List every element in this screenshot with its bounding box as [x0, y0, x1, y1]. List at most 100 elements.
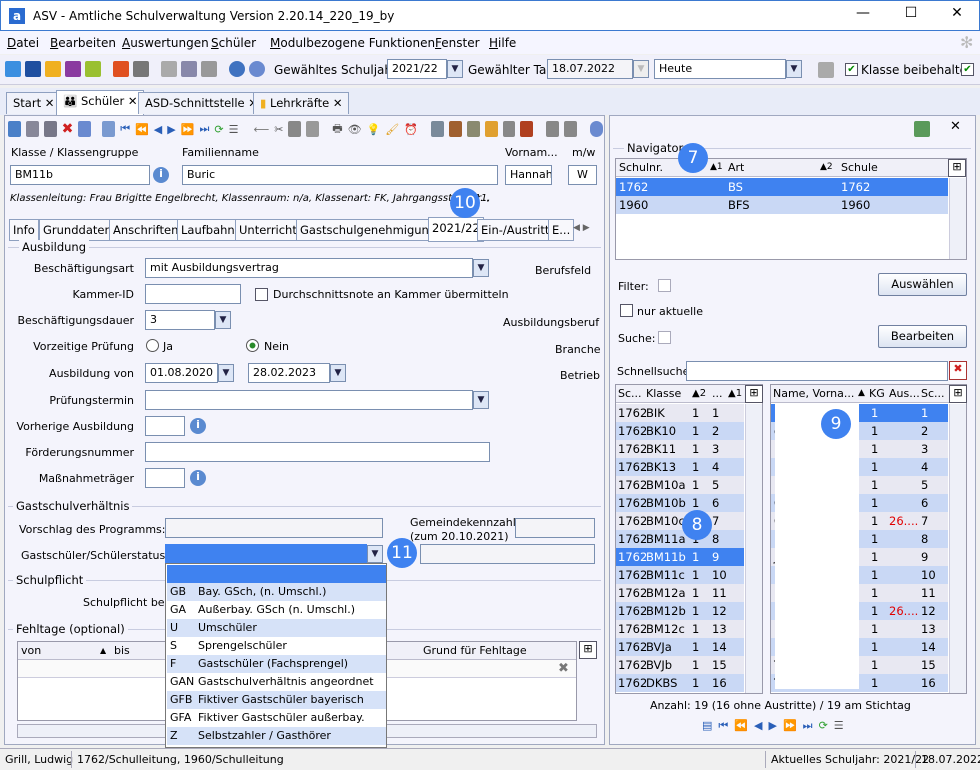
next-icon[interactable]: ▶ — [167, 123, 175, 136]
col-art[interactable]: Art — [728, 159, 744, 176]
auswaehlen-button[interactable]: Auswählen — [878, 273, 967, 296]
list-item[interactable]: 1762 BVJb 1 15 — [616, 656, 744, 674]
durchschnitt-checkbox[interactable] — [255, 288, 268, 301]
list-item[interactable]: 1762 BIK 1 1 — [616, 404, 744, 422]
undo-icon[interactable] — [43, 121, 57, 137]
subtab-unterricht[interactable]: Unterricht — [235, 219, 301, 241]
chevron-down-icon[interactable]: ▼ — [447, 60, 463, 78]
cut-icon[interactable]: ✂ — [274, 123, 283, 136]
list-item[interactable]: 1762 BM10a 1 5 — [616, 476, 744, 494]
students-icon[interactable] — [5, 61, 21, 77]
klasse-beibehalten-checkbox[interactable]: ✔ — [845, 63, 858, 76]
subtab-laufbahn[interactable]: Laufbahn — [177, 219, 239, 241]
list-item[interactable]: 1762 DKBS 1 16 — [616, 674, 744, 692]
subtab-anschriften[interactable]: Anschriften — [109, 219, 183, 241]
dropdown-option[interactable]: F Gastschüler (Fachsprengel) — [167, 655, 386, 673]
dauer-select[interactable]: 3 — [145, 310, 215, 330]
clock-icon[interactable]: ⏰ — [404, 123, 418, 136]
tab-start[interactable]: Start ✕ — [6, 92, 62, 114]
help-icon[interactable] — [249, 61, 265, 77]
chevron-down-icon[interactable]: ▼ — [215, 311, 231, 329]
group-icon[interactable] — [466, 121, 480, 137]
col-grund[interactable]: Grund für Fehltage — [423, 642, 527, 659]
close-icon[interactable]: ✕ — [128, 94, 138, 108]
ja-radio[interactable] — [146, 339, 159, 352]
col-schulnr[interactable]: Schulnr. — [619, 159, 663, 176]
close-icon[interactable]: ✕ — [333, 96, 343, 110]
vertical-scrollbar[interactable] — [949, 404, 966, 693]
foerder-field[interactable] — [145, 442, 490, 462]
person-icon[interactable] — [448, 121, 462, 137]
prev-icon[interactable]: ◀ — [754, 719, 762, 733]
dropdown-option[interactable]: U Umschüler — [167, 619, 386, 637]
note-icon[interactable] — [85, 61, 101, 77]
schulen-table[interactable]: Schulnr. ▲1 Art ▲2 Schule 1762 BS 1762 196… — [615, 158, 967, 260]
last-icon[interactable]: ⏭ — [803, 719, 813, 733]
vertical-scrollbar[interactable] — [745, 404, 762, 693]
tools-icon[interactable] — [161, 61, 177, 77]
first-icon[interactable]: ⏮ — [718, 719, 728, 733]
subtab-info[interactable]: Info — [9, 219, 39, 241]
copy-icon[interactable] — [288, 121, 302, 137]
kammer-field[interactable] — [145, 284, 241, 304]
help-icon[interactable] — [590, 121, 603, 137]
info-icon[interactable]: i — [153, 167, 169, 183]
next-page-icon[interactable]: ⏩ — [181, 123, 195, 136]
filter-checkbox[interactable] — [658, 279, 671, 292]
col-austritt[interactable]: Aus... — [889, 385, 920, 402]
list-item[interactable]: 1762BM10c17 — [616, 512, 744, 530]
id-card-icon[interactable] — [520, 121, 534, 137]
sort-indicator[interactable]: ▲2 — [692, 385, 706, 402]
checkbox-2[interactable]: ✔ — [961, 63, 974, 76]
settings-icon[interactable] — [430, 121, 444, 137]
list-icon[interactable] — [102, 121, 116, 137]
document-icon[interactable] — [133, 61, 149, 77]
house2-icon[interactable] — [564, 121, 578, 137]
list-item[interactable]: 1762 BM12a 1 11 — [616, 584, 744, 602]
subtab-grunddaten[interactable]: Grunddaten — [39, 219, 116, 241]
chevron-down-icon[interactable]: ▼ — [330, 364, 346, 382]
clear-search-icon[interactable]: ✖ — [949, 361, 967, 380]
col-kg[interactable]: KG — [869, 385, 885, 402]
dropdown-option[interactable]: GFB Fiktiver Gastschüler bayerisch — [167, 691, 386, 709]
next-page-icon[interactable]: ⏩ — [783, 719, 797, 733]
preview-icon[interactable]: 👁 — [348, 123, 362, 136]
menu-icon[interactable]: ☰ — [229, 123, 239, 136]
delete-icon[interactable]: ✖ — [62, 121, 74, 137]
tab-schueler[interactable]: 👪 Schüler ✕ — [56, 90, 145, 115]
chevron-down-icon[interactable]: ▼ — [218, 364, 234, 382]
sync-icon[interactable] — [914, 121, 930, 137]
book-icon[interactable] — [65, 61, 81, 77]
dropdown-option[interactable]: GAN Gastschulverhältnis angeordnet — [167, 673, 386, 691]
tab-scroll-arrows[interactable]: ◀ ▶ — [573, 223, 590, 233]
bis-date[interactable]: 28.02.2023 — [248, 363, 330, 383]
new-icon[interactable] — [8, 121, 21, 137]
chevron-down-icon[interactable]: ▼ — [473, 391, 489, 409]
col-bis[interactable]: bis — [114, 642, 130, 659]
prev-icon[interactable]: ◀ — [154, 123, 162, 136]
pruefung-select[interactable] — [145, 390, 473, 410]
list-item[interactable]: 1762 BM10b 1 6 — [616, 494, 744, 512]
dropdown-option[interactable]: GB Bay. GSch, (n. Umschl.) — [167, 583, 386, 601]
column-chooser-icon[interactable]: ⊞ — [745, 385, 763, 403]
paste-icon[interactable] — [306, 121, 320, 137]
maximize-button[interactable]: ☐ — [891, 5, 931, 21]
close-button[interactable]: ✕ — [937, 5, 977, 21]
list-icon[interactable]: ▤ — [702, 719, 712, 733]
list-item[interactable]: 1762BM11a18 — [616, 530, 744, 548]
next-icon[interactable]: ▶ — [768, 719, 776, 733]
dropdown-option[interactable]: Z Selbstzahler / Gasthörer — [167, 727, 386, 745]
col-schule[interactable]: Schule — [841, 159, 878, 176]
col-von[interactable]: von — [21, 642, 41, 659]
dropdown-option[interactable]: GFA Fiktiver Gastschüler außerbay. — [167, 709, 386, 727]
clear-icon[interactable]: ✖ — [558, 661, 569, 676]
close-icon[interactable]: ✕ — [950, 119, 961, 134]
vorherige-field[interactable] — [145, 416, 185, 436]
schnellsuche-input[interactable] — [686, 361, 948, 381]
report-icon[interactable] — [113, 61, 129, 77]
list-item[interactable]: 1762 BK10 1 2 — [616, 422, 744, 440]
refresh-icon[interactable]: ⟳ — [819, 719, 828, 733]
nur-aktuelle-checkbox[interactable] — [620, 304, 633, 317]
subtab-2021-22[interactable]: 2021/22 — [428, 217, 484, 242]
save-icon[interactable] — [25, 121, 39, 137]
